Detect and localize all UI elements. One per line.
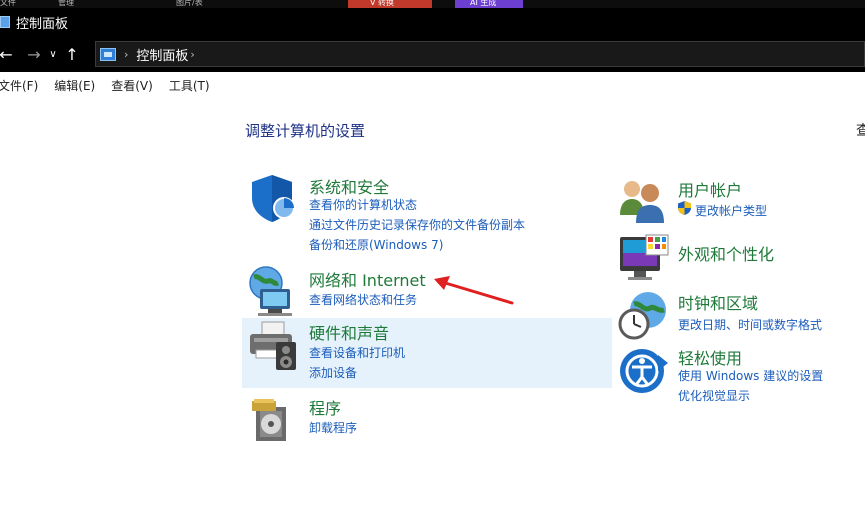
menu-edit[interactable]: 编辑(E): [46, 77, 103, 94]
users-icon[interactable]: [618, 175, 670, 227]
taskbar-fragment: 管理: [58, 0, 74, 7]
category-system-security[interactable]: 系统和安全 查看你的计算机状态 通过文件历史记录保存你的文件备份副本 备份和还原…: [246, 172, 606, 252]
taskbar-strip: 文件 管理 图片/表 V 转换 AI 生成: [0, 0, 865, 8]
menu-bar: 文件(F) 编辑(E) 查看(V) 工具(T): [0, 72, 865, 98]
monitor-palette-icon[interactable]: [618, 233, 670, 285]
category-title[interactable]: 硬件和声音: [309, 320, 389, 344]
category-programs[interactable]: 程序 卸载程序: [246, 393, 446, 443]
title-bar: 控制面板: [0, 8, 865, 36]
control-panel-icon: [0, 16, 10, 28]
category-user-accounts[interactable]: 用户帐户 更改帐户类型: [618, 175, 858, 225]
annotation-arrow-icon: [434, 276, 514, 305]
address-bar[interactable]: › 控制面板 ›: [95, 41, 865, 67]
arrow-right-icon[interactable]: →: [22, 42, 46, 66]
category-link[interactable]: 使用 Windows 建议的设置: [678, 367, 823, 384]
category-link[interactable]: 更改帐户类型: [695, 202, 767, 219]
category-title[interactable]: 轻松使用: [678, 345, 742, 369]
programs-disc-icon[interactable]: [246, 393, 298, 445]
shield-icon[interactable]: [246, 172, 298, 224]
category-link[interactable]: 通过文件历史记录保存你的文件备份副本: [309, 216, 525, 233]
category-ease-of-access[interactable]: 轻松使用 使用 Windows 建议的设置 优化视觉显示: [618, 345, 858, 405]
breadcrumb-separator[interactable]: ›: [190, 48, 194, 61]
category-title[interactable]: 时钟和区域: [678, 290, 758, 314]
taskbar-fragment: AI 生成: [470, 0, 497, 7]
category-link[interactable]: 卸载程序: [309, 419, 357, 436]
uac-shield-icon: [678, 201, 691, 215]
view-by-label[interactable]: 查: [856, 120, 865, 140]
arrow-up-icon[interactable]: ↑: [60, 42, 84, 66]
ease-of-access-icon[interactable]: [618, 345, 670, 397]
printer-speaker-icon[interactable]: [246, 320, 298, 372]
breadcrumb[interactable]: 控制面板: [136, 45, 188, 64]
category-link[interactable]: 查看设备和打印机: [309, 344, 405, 361]
category-clock-region[interactable]: 时钟和区域 更改日期、时间或数字格式: [618, 290, 858, 342]
window-title: 控制面板: [16, 16, 69, 32]
category-appearance[interactable]: 外观和个性化: [618, 233, 858, 285]
network-globe-icon[interactable]: [246, 265, 298, 317]
menu-tools[interactable]: 工具(T): [161, 77, 218, 94]
category-link[interactable]: 查看你的计算机状态: [309, 196, 417, 213]
navigation-bar: ← → ∨ ↑ › 控制面板 ›: [0, 36, 865, 72]
menu-file[interactable]: 文件(F): [0, 77, 46, 94]
category-network-internet[interactable]: 网络和 Internet 查看网络状态和任务: [246, 265, 446, 317]
breadcrumb-separator[interactable]: ›: [124, 48, 128, 61]
category-link[interactable]: 优化视觉显示: [678, 387, 750, 404]
arrow-left-icon[interactable]: ←: [0, 42, 18, 66]
category-link[interactable]: 备份和还原(Windows 7): [309, 236, 443, 253]
category-title[interactable]: 程序: [309, 395, 341, 419]
page-title: 调整计算机的设置: [245, 122, 366, 140]
category-title[interactable]: 外观和个性化: [678, 241, 774, 265]
taskbar-fragment: V 转换: [370, 0, 395, 7]
category-link[interactable]: 添加设备: [309, 364, 357, 381]
category-hardware-sound[interactable]: 硬件和声音 查看设备和打印机 添加设备: [246, 320, 606, 380]
category-title[interactable]: 用户帐户: [678, 177, 742, 201]
category-link[interactable]: 查看网络状态和任务: [309, 291, 417, 308]
control-panel-icon: [100, 47, 116, 61]
clock-globe-icon[interactable]: [618, 290, 670, 342]
taskbar-fragment: 图片/表: [176, 0, 203, 7]
category-title[interactable]: 网络和 Internet: [309, 267, 426, 291]
category-title[interactable]: 系统和安全: [309, 174, 389, 198]
chevron-down-icon[interactable]: ∨: [46, 42, 60, 66]
menu-view[interactable]: 查看(V): [103, 77, 161, 94]
taskbar-fragment: 文件: [0, 0, 16, 7]
category-link[interactable]: 更改日期、时间或数字格式: [678, 316, 822, 333]
